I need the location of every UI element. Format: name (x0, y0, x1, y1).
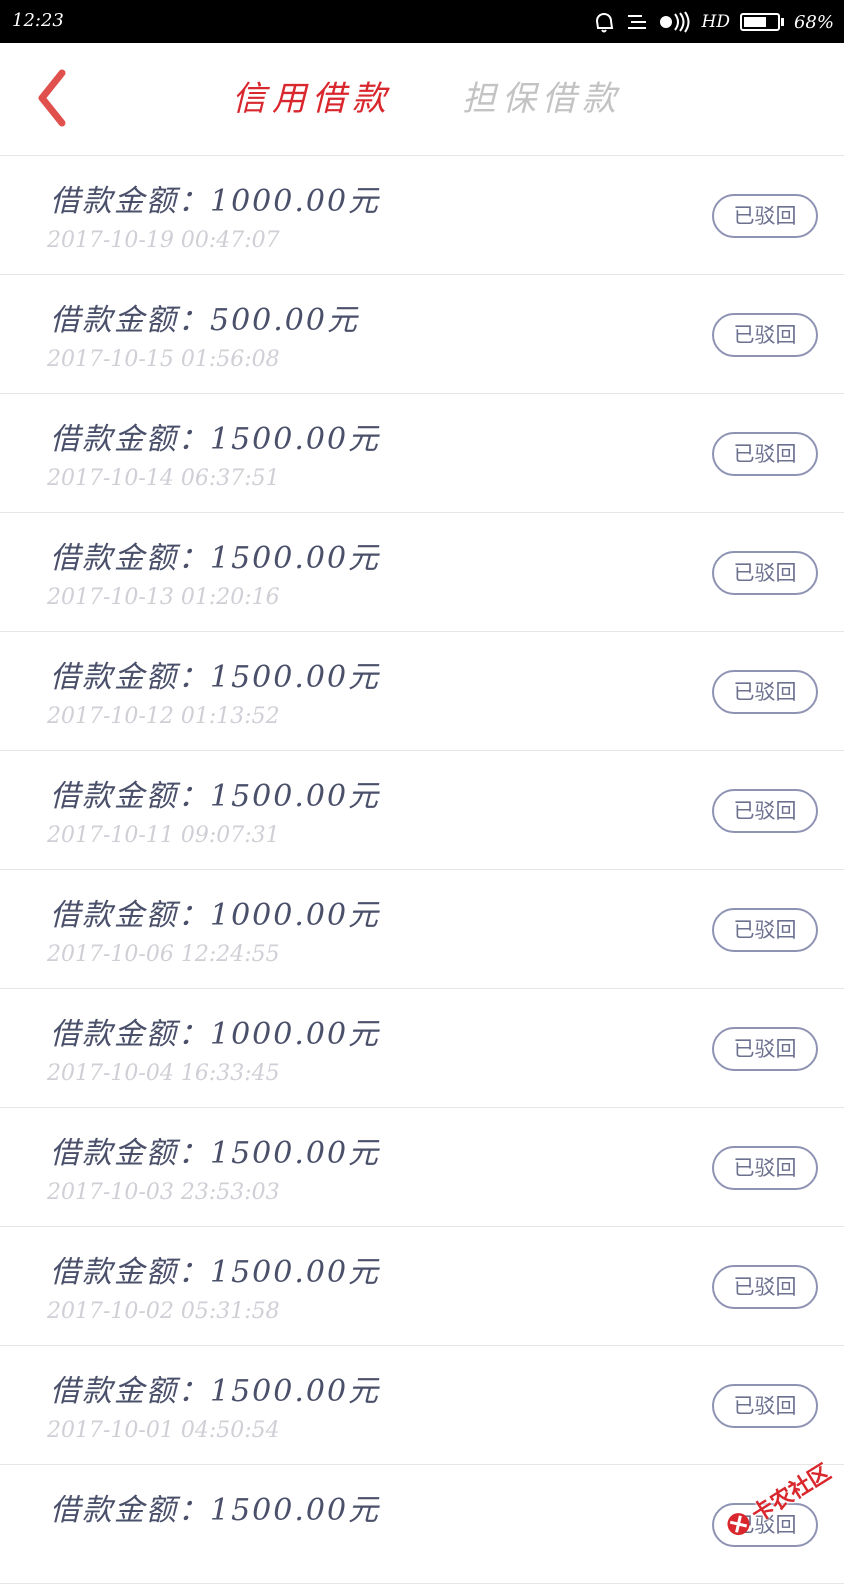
status-badge[interactable]: 已驳回 (712, 194, 818, 238)
tab-guarantee-loan[interactable]: 担保借款 (462, 71, 622, 127)
list-item[interactable]: 借款金额：1500.00元 2017-10-03 23:53:03 已驳回 (0, 1108, 844, 1227)
loan-time: 2017-10-01 04:50:54 (47, 1418, 280, 1443)
status-badge[interactable]: 已驳回 (712, 670, 818, 714)
tab-credit-loan[interactable]: 信用借款 (232, 71, 392, 127)
status-badge[interactable]: 已驳回 (712, 789, 818, 833)
loan-amount: 借款金额：1500.00元 (50, 422, 381, 457)
loan-time: 2017-10-03 23:53:03 (47, 1180, 280, 1205)
header: 信用借款 担保借款 (0, 43, 844, 156)
list-item[interactable]: 借款金额：1000.00元 2017-10-06 12:24:55 已驳回 (0, 870, 844, 989)
loan-amount: 借款金额：1000.00元 (50, 184, 381, 219)
loan-time: 2017-10-11 09:07:31 (47, 823, 280, 848)
list-item[interactable]: 借款金额：1000.00元 2017-10-04 16:33:45 已驳回 (0, 989, 844, 1108)
status-badge[interactable]: 已驳回 (712, 908, 818, 952)
list-item[interactable]: 借款金额：500.00元 2017-10-15 01:56:08 已驳回 (0, 275, 844, 394)
battery-icon (739, 13, 784, 31)
list-item[interactable]: 借款金额：1500.00元 2017-10-01 04:50:54 已驳回 (0, 1346, 844, 1465)
loan-amount: 借款金额：1500.00元 (50, 541, 381, 576)
chevron-left-icon (38, 69, 66, 127)
list-item[interactable]: 借款金额：1500.00元 已驳回 (0, 1465, 844, 1584)
status-badge[interactable]: 已驳回 (712, 1265, 818, 1309)
list-item[interactable]: 借款金额：1500.00元 2017-10-14 06:37:51 已驳回 (0, 394, 844, 513)
loan-time: 2017-10-06 12:24:55 (47, 942, 280, 967)
notification-bell-icon (592, 10, 616, 34)
loan-list: 借款金额：1000.00元 2017-10-19 00:47:07 已驳回 借款… (0, 156, 844, 1584)
loan-amount: 借款金额：1000.00元 (50, 1017, 381, 1052)
loan-amount: 借款金额：1500.00元 (50, 1374, 381, 1409)
list-item[interactable]: 借款金额：1000.00元 2017-10-19 00:47:07 已驳回 (0, 156, 844, 275)
status-badge[interactable]: 已驳回 (712, 551, 818, 595)
loan-time: 2017-10-19 00:47:07 (47, 228, 280, 253)
loan-time: 2017-10-15 01:56:08 (47, 347, 280, 372)
status-bar: 12:23 HD 68% (0, 0, 844, 43)
loan-amount: 借款金额：1500.00元 (50, 1255, 381, 1290)
list-item[interactable]: 借款金额：1500.00元 2017-10-02 05:31:58 已驳回 (0, 1227, 844, 1346)
status-badge[interactable]: 已驳回 (712, 1027, 818, 1071)
status-badge[interactable]: 已驳回 (712, 1146, 818, 1190)
status-icons: HD 68% (592, 8, 834, 36)
network-type: HD (701, 12, 730, 32)
loan-amount: 借款金额：1000.00元 (50, 898, 381, 933)
loan-time: 2017-10-04 16:33:45 (47, 1061, 280, 1086)
loan-time: 2017-10-02 05:31:58 (47, 1299, 280, 1324)
loan-amount: 借款金额：500.00元 (50, 303, 359, 338)
loan-time: 2017-10-13 01:20:16 (47, 585, 280, 610)
list-item[interactable]: 借款金额：1500.00元 2017-10-12 01:13:52 已驳回 (0, 632, 844, 751)
list-item[interactable]: 借款金额：1500.00元 2017-10-11 09:07:31 已驳回 (0, 751, 844, 870)
loan-time: 2017-10-12 01:13:52 (47, 704, 280, 729)
loan-amount: 借款金额：1500.00元 (50, 1136, 381, 1171)
status-time: 12:23 (12, 10, 64, 31)
list-item[interactable]: 借款金额：1500.00元 2017-10-13 01:20:16 已驳回 (0, 513, 844, 632)
loan-amount: 借款金额：1500.00元 (50, 660, 381, 695)
status-badge[interactable]: 已驳回 (712, 313, 818, 357)
loan-amount: 借款金额：1500.00元 (50, 779, 381, 814)
status-badge[interactable]: 已驳回 (712, 432, 818, 476)
status-badge[interactable]: 已驳回 (712, 1384, 818, 1428)
battery-percent: 68% (793, 11, 834, 33)
loan-amount: 借款金额：1500.00元 (50, 1493, 381, 1528)
signal-waves-icon (658, 11, 692, 33)
back-button[interactable] (30, 65, 80, 131)
loan-time: 2017-10-14 06:37:51 (47, 466, 280, 491)
menu-lines-icon (626, 12, 648, 32)
